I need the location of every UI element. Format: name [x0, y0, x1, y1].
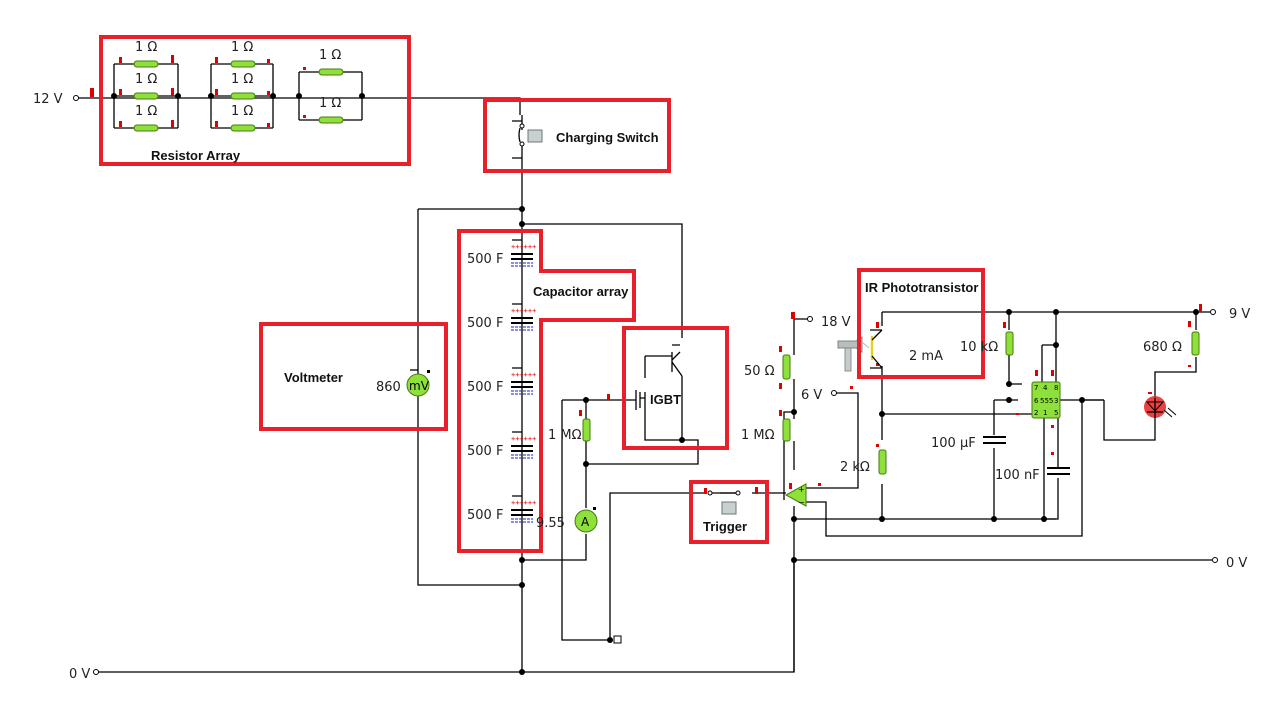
capacitor-array-label: Capacitor array	[533, 284, 629, 299]
r-10k-label: 10 kΩ	[960, 340, 998, 355]
svg-text:8: 8	[1054, 384, 1058, 392]
resistor-680[interactable]	[1191, 331, 1200, 356]
r-1m-label: 1 MΩ	[741, 428, 775, 443]
capacitor-100u[interactable]	[983, 436, 1006, 444]
r-50-label: 50 Ω	[744, 364, 775, 379]
svg-text:1 Ω: 1 Ω	[135, 72, 157, 87]
charging-switch-button[interactable]	[527, 129, 543, 143]
svg-text:++++++: ++++++	[511, 243, 536, 251]
svg-text:1 Ω: 1 Ω	[231, 40, 253, 55]
capacitor[interactable]: ++++++	[511, 435, 536, 459]
timer-555[interactable]: 7 4 8 6 555 3 2 1 5	[1031, 381, 1061, 419]
svg-text:7: 7	[1034, 384, 1038, 392]
c-100n-label: 100 nF	[995, 468, 1040, 483]
trigger-switch[interactable]	[707, 490, 741, 515]
ir-phototransistor-label: IR Phototransistor	[865, 280, 978, 295]
capacitor[interactable]: ++++++	[511, 243, 536, 267]
opamp-minus: −	[798, 498, 805, 507]
source-6v: 6 V	[801, 388, 822, 403]
charging-switch-label: Charging Switch	[556, 130, 659, 145]
capacitor[interactable]: ++++++	[511, 307, 536, 331]
trigger-button[interactable]	[721, 501, 737, 515]
photo-current: 2 mA	[909, 349, 943, 364]
charging-switch[interactable]	[518, 123, 543, 147]
trigger-label: Trigger	[703, 519, 747, 534]
svg-text:++++++: ++++++	[511, 435, 536, 443]
resistor[interactable]	[133, 60, 159, 68]
opamp-plus: +	[798, 485, 805, 494]
svg-text:5: 5	[1054, 409, 1058, 417]
r-gate-label: 1 MΩ	[548, 428, 582, 443]
ammeter-reading: 9.55	[536, 516, 565, 531]
c-100u-label: 100 µF	[931, 436, 976, 451]
capacitor-value: 500 F	[467, 252, 503, 267]
timer-label: 555	[1040, 397, 1053, 405]
resistor[interactable]	[133, 92, 159, 100]
svg-text:6: 6	[1034, 397, 1039, 405]
probe-markers	[90, 55, 1202, 494]
r-2k-label: 2 kΩ	[840, 460, 870, 475]
svg-text:3: 3	[1054, 397, 1058, 405]
capacitor-value: 500 F	[467, 316, 503, 331]
svg-text:++++++: ++++++	[511, 371, 536, 379]
resistor-array-box	[99, 35, 411, 166]
led[interactable]	[1144, 396, 1177, 425]
capacitor-value: 500 F	[467, 444, 503, 459]
igbt-box	[622, 326, 729, 450]
ammeter: A	[574, 507, 598, 533]
ground-right: 0 V	[1226, 556, 1247, 571]
svg-text:1: 1	[1043, 409, 1047, 417]
source-9v: 9 V	[1229, 307, 1250, 322]
source-12v: 12 V	[33, 92, 63, 107]
capacitor[interactable]: ++++++	[511, 371, 536, 395]
resistor[interactable]	[230, 124, 256, 132]
resistor-50[interactable]	[782, 354, 791, 380]
svg-text:1 Ω: 1 Ω	[319, 48, 341, 63]
svg-text:1 Ω: 1 Ω	[231, 104, 253, 119]
voltmeter-unit: mV	[409, 379, 430, 393]
resistor[interactable]	[318, 116, 344, 124]
resistor[interactable]	[318, 68, 344, 76]
svg-text:++++++: ++++++	[511, 499, 536, 507]
resistor-2k[interactable]	[878, 449, 887, 475]
svg-text:++++++: ++++++	[511, 307, 536, 315]
ammeter-unit: A	[581, 515, 590, 529]
svg-text:1 Ω: 1 Ω	[231, 72, 253, 87]
voltmeter-reading: 860	[376, 380, 401, 395]
svg-text:2: 2	[1034, 409, 1038, 417]
capacitor-100n[interactable]	[1047, 467, 1070, 475]
resistor[interactable]	[230, 92, 256, 100]
resistor[interactable]	[133, 124, 159, 132]
wires	[78, 63, 1212, 673]
resistor[interactable]	[230, 60, 256, 68]
svg-text:4: 4	[1043, 384, 1048, 392]
capacitor[interactable]: ++++++	[511, 499, 536, 523]
labels: Resistor Array Charging Switch Capacitor…	[33, 40, 1250, 682]
svg-text:1 Ω: 1 Ω	[135, 104, 157, 119]
svg-text:1 Ω: 1 Ω	[135, 40, 157, 55]
r-680-label: 680 Ω	[1143, 340, 1182, 355]
voltmeter: mV	[406, 370, 430, 397]
circuit-diagram: ++++++ ++++++ ++++++ ++++++ ++++++ mV A …	[33, 35, 1250, 682]
svg-text:1 Ω: 1 Ω	[319, 96, 341, 111]
resistor-array-label: Resistor Array	[151, 148, 241, 163]
capacitor-value: 500 F	[467, 508, 503, 523]
phototransistor[interactable]	[861, 329, 883, 369]
source-18v: 18 V	[821, 315, 851, 330]
resistor-1m[interactable]	[782, 418, 791, 442]
ground-left: 0 V	[69, 667, 90, 682]
capacitor-value: 500 F	[467, 380, 503, 395]
resistor-10k[interactable]	[1005, 331, 1014, 356]
voltmeter-label: Voltmeter	[284, 370, 343, 385]
resistor-gate[interactable]	[582, 418, 591, 442]
igbt-label: IGBT	[650, 392, 681, 407]
